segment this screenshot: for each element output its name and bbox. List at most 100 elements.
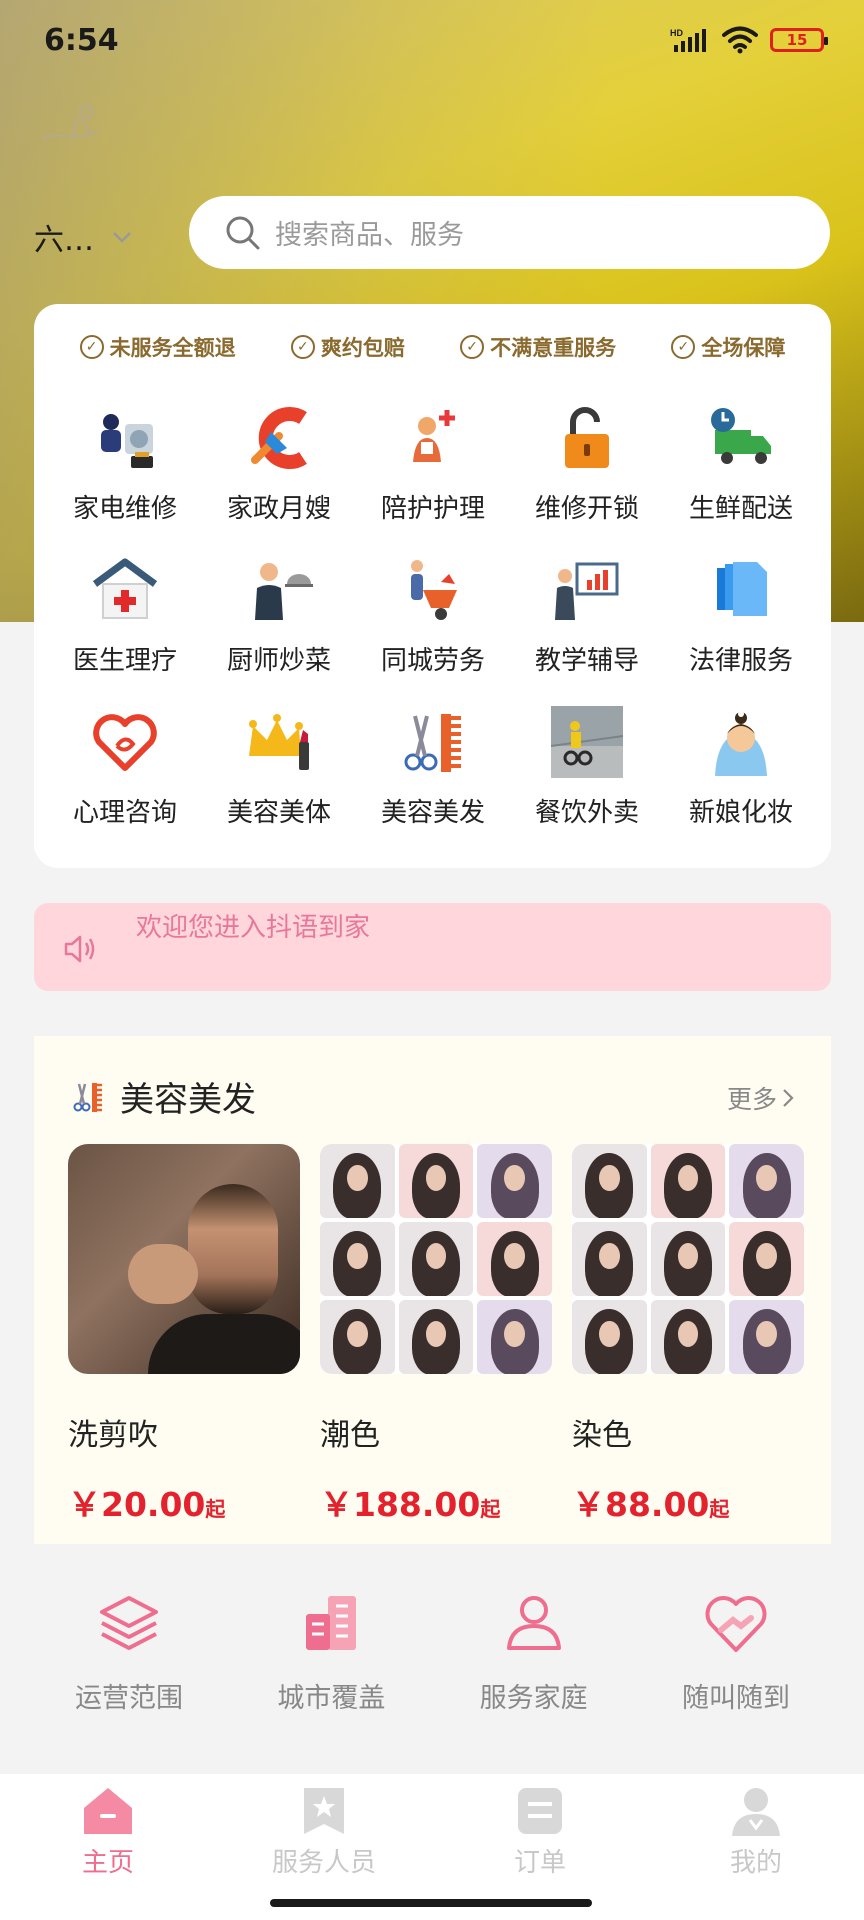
price-value: ￥88.00 [572, 1485, 710, 1524]
price-suffix: 起 [205, 1497, 226, 1521]
stat-label: 随叫随到 [681, 1683, 790, 1714]
chef-icon [255, 563, 313, 620]
nursing-icon [413, 410, 455, 462]
service-item-chef[interactable]: 厨师炒菜 [202, 546, 356, 698]
search-icon [226, 216, 260, 249]
delivery-truck-icon [711, 408, 771, 464]
check-icon: ✓ [79, 335, 104, 359]
check-icon: ✓ [460, 335, 485, 359]
stat-label: 服务家庭 [479, 1683, 588, 1714]
appliance-repair-icon [101, 414, 153, 468]
stat-label: 运营范围 [75, 1683, 183, 1714]
service-item-bridal-makeup[interactable]: 新娘化妆 [664, 698, 818, 850]
user-icon [506, 1596, 561, 1650]
section-header: 美容美发 [70, 1072, 256, 1121]
guarantee-item: ✓ 全场保障 [671, 332, 785, 362]
service-item-fresh-delivery[interactable]: 生鲜配送 [664, 394, 818, 546]
chevron-down-icon [113, 232, 131, 243]
layers-icon [100, 1596, 158, 1650]
check-icon: ✓ [671, 335, 696, 359]
tab-label: 订单 [513, 1848, 566, 1878]
service-label: 美容美体 [226, 798, 331, 828]
stat-on-call[interactable]: 随叫随到 [641, 1590, 831, 1740]
service-label: 美容美发 [380, 798, 485, 828]
product-card[interactable]: 潮色 ￥188.00起 [320, 1144, 552, 1526]
service-item-legal[interactable]: 法律服务 [664, 546, 818, 698]
service-label: 医生理疗 [72, 646, 177, 676]
service-item-teaching[interactable]: 教学辅导 [510, 546, 664, 698]
guarantee-label: 爽约包赔 [320, 336, 405, 360]
service-label: 家政月嫂 [226, 494, 331, 524]
product-card[interactable]: 染色 ￥88.00起 [572, 1144, 804, 1526]
crown-lipstick-icon [249, 714, 309, 770]
product-card[interactable]: 洗剪吹 ￥20.00起 [68, 1144, 300, 1526]
service-item-labor[interactable]: 同城劳务 [356, 546, 510, 698]
battery-icon: 15 [770, 28, 828, 52]
product-name: 染色 [572, 1418, 632, 1453]
notice-bar[interactable]: 欢迎您进入抖语到家 [34, 903, 831, 991]
price-suffix: 起 [480, 1497, 501, 1521]
status-bar: 6:54 HD 15 [0, 0, 864, 80]
unlock-icon [565, 407, 609, 468]
clinic-icon [92, 558, 158, 619]
product-image [68, 1144, 300, 1374]
housekeeping-icon [251, 407, 307, 469]
search-placeholder: 搜索商品、服务 [275, 220, 464, 251]
location-selector[interactable]: 六… [34, 212, 174, 262]
tab-label: 我的 [729, 1848, 782, 1878]
service-label: 厨师炒菜 [226, 646, 331, 676]
service-item-beauty-hair[interactable]: 美容美发 [356, 698, 510, 850]
buildings-icon [306, 1596, 357, 1650]
section-title: 美容美发 [120, 1080, 256, 1120]
service-item-food-delivery[interactable]: 餐饮外卖 [510, 698, 664, 850]
svg-text:HD: HD [670, 28, 683, 38]
wifi-icon [722, 26, 758, 54]
product-list: 洗剪吹 ￥20.00起 潮色 ￥188.00起 染色 ￥88.00起 [68, 1144, 808, 1526]
service-item-nursing[interactable]: 陪护护理 [356, 394, 510, 546]
product-price: ￥88.00起 [572, 1478, 804, 1526]
signal-icon: HD [670, 28, 706, 52]
service-item-counseling[interactable]: 心理咨询 [48, 698, 202, 850]
tab-home[interactable]: 主页 [0, 1774, 216, 1920]
service-item-unlock[interactable]: 维修开锁 [510, 394, 664, 546]
service-label: 法律服务 [688, 646, 793, 676]
price-value: ￥20.00 [68, 1485, 206, 1524]
status-time: 6:54 [44, 22, 119, 58]
tab-label: 服务人员 [271, 1848, 376, 1878]
user-icon [732, 1788, 780, 1836]
home-icon [84, 1788, 132, 1834]
product-name: 潮色 [320, 1418, 380, 1453]
service-grid: 家电维修 家政月嫂 陪护护理 维修开锁 生鲜配送 医生理疗 厨师炒菜 同城劳务 … [48, 394, 818, 854]
service-item-doctor[interactable]: 医生理疗 [48, 546, 202, 698]
scissors-comb-icon [404, 714, 461, 772]
service-card: ✓ 未服务全额退 ✓ 爽约包赔 ✓ 不满意重服务 ✓ 全场保障 家电维修 家政月嫂 [34, 304, 831, 868]
service-item-appliance-repair[interactable]: 家电维修 [48, 394, 202, 546]
more-label: 更多 [726, 1085, 777, 1114]
guarantee-label: 未服务全额退 [109, 336, 236, 360]
product-price: ￥188.00起 [320, 1478, 552, 1526]
check-icon: ✓ [290, 335, 315, 359]
service-item-beauty-body[interactable]: 美容美体 [202, 698, 356, 850]
stat-families-served[interactable]: 服务家庭 [439, 1590, 629, 1740]
home-indicator [270, 1899, 592, 1907]
chevron-right-icon [783, 1089, 794, 1107]
service-item-housekeeping[interactable]: 家政月嫂 [202, 394, 356, 546]
stats-row: 运营范围 城市覆盖 服务家庭 随叫随到 [34, 1590, 831, 1740]
tab-profile[interactable]: 我的 [648, 1774, 864, 1920]
stat-city-coverage[interactable]: 城市覆盖 [236, 1590, 426, 1740]
more-link[interactable]: 更多 [727, 1080, 795, 1116]
stat-label: 城市覆盖 [277, 1683, 386, 1714]
guarantee-strip: ✓ 未服务全额退 ✓ 爽约包赔 ✓ 不满意重服务 ✓ 全场保障 [34, 322, 831, 372]
service-label: 心理咨询 [72, 798, 177, 828]
heart-hand-icon [705, 1596, 767, 1652]
beauty-section: 美容美发 更多 洗剪吹 ￥20.00起 潮色 ￥188.00起 染色 ￥88.0… [34, 1036, 831, 1544]
battery-level: 15 [786, 31, 808, 49]
product-name: 洗剪吹 [68, 1418, 158, 1453]
bookmark-star-icon [304, 1788, 344, 1834]
teaching-board-icon [555, 562, 619, 620]
product-image [320, 1144, 552, 1374]
product-price: ￥20.00起 [68, 1478, 300, 1526]
search-input[interactable]: 搜索商品、服务 [189, 196, 830, 269]
stat-operating-scope[interactable]: 运营范围 [34, 1590, 224, 1740]
tab-label: 主页 [81, 1848, 134, 1878]
